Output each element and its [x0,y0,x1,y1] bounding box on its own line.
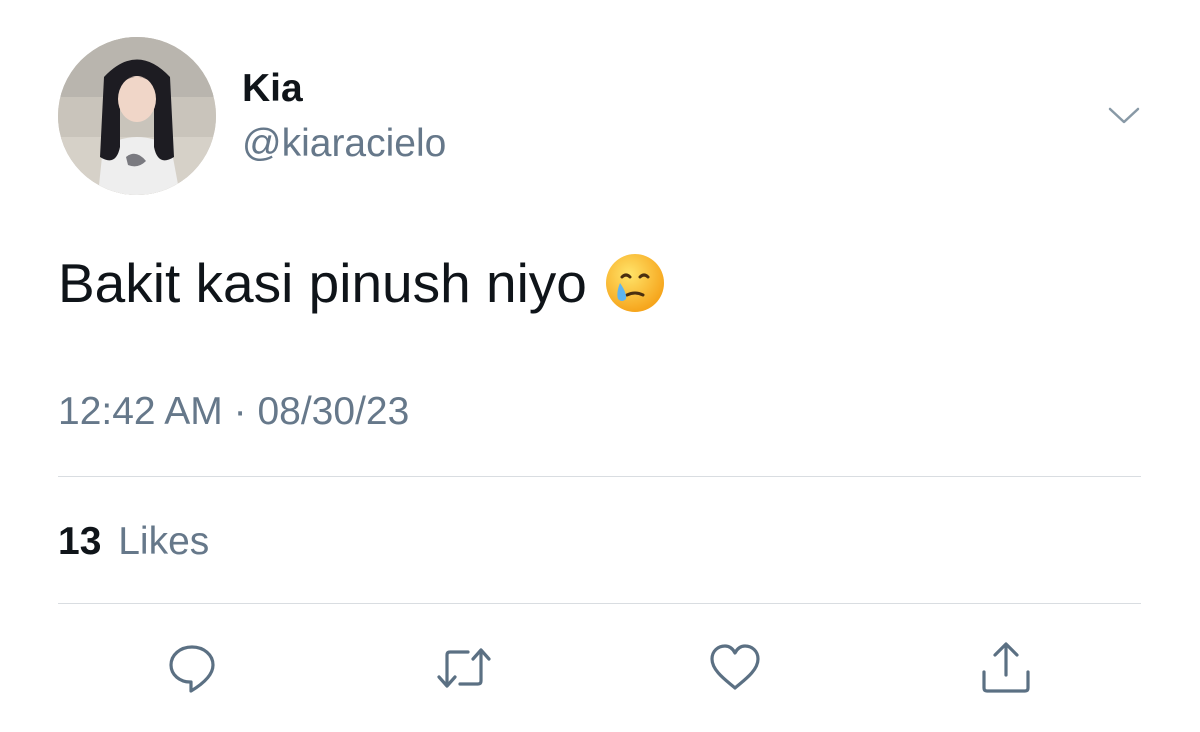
tweet-date: 08/30/23 [257,390,410,433]
tweet-timestamp[interactable]: 12:42 AM · 08/30/23 [58,388,409,436]
reply-icon [169,645,215,693]
user-handle[interactable]: @kiaracielo [242,121,446,167]
divider [58,476,1141,477]
share-button[interactable] [976,638,1036,698]
likes-count: 13 [58,520,102,563]
more-options-button[interactable] [1102,100,1146,132]
avatar-photo [58,37,216,195]
like-button[interactable] [705,638,765,698]
meta-separator: · [233,390,247,433]
likes-stat[interactable]: 13 Likes [58,518,209,566]
display-name[interactable]: Kia [242,66,303,112]
reply-button[interactable] [162,638,222,698]
divider [58,603,1141,604]
likes-label: Likes [118,520,210,563]
heart-icon [710,644,760,690]
share-icon [982,642,1030,693]
retweet-button[interactable] [434,638,494,698]
face-holding-back-tears-icon [605,254,664,312]
avatar[interactable] [58,37,216,195]
tweet-detail: Kia @kiaracielo Bakit kasi pinush niyo 1… [0,0,1200,732]
chevron-down-icon [1108,107,1140,124]
tweet-time: 12:42 AM [58,390,223,433]
tweet-text: Bakit kasi pinush niyo [58,250,667,316]
retweet-icon [437,648,491,688]
tweet-body: Bakit kasi pinush niyo [58,252,587,314]
